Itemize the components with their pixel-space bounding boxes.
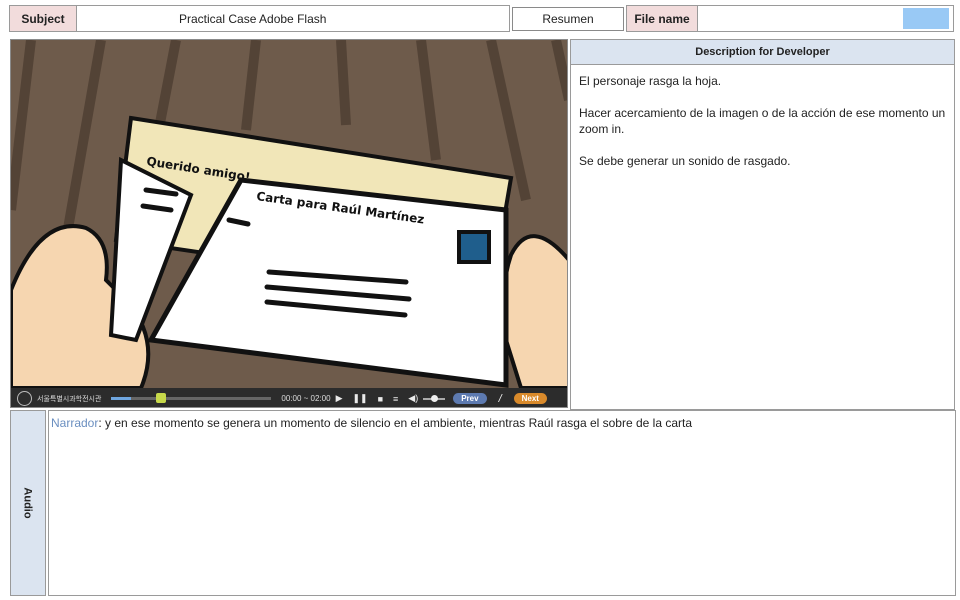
stamp — [457, 230, 491, 264]
media-panel: Querido amigo! Carta para Raúl Martínez … — [10, 39, 568, 408]
subject-label: Subject — [9, 5, 77, 32]
description-paragraph: Se debe generar un sonido de rasgado. — [579, 154, 791, 168]
description-body: El personaje rasga la hoja. Hacer acerca… — [570, 64, 955, 410]
summary-button-label: Resumen — [542, 12, 594, 26]
progress-handle[interactable] — [155, 393, 166, 403]
description-paragraph: El personaje rasga la hoja. — [579, 74, 722, 88]
list-icon[interactable]: ≡ — [393, 394, 398, 404]
institution-logo-icon — [17, 391, 32, 406]
volume-handle[interactable] — [430, 394, 438, 402]
progress-fill — [111, 397, 131, 400]
description-paragraph: Hacer acercamiento de la imagen o de la … — [579, 106, 946, 136]
subject-value: Practical Case Adobe Flash — [76, 5, 510, 32]
audio-script: Narrador: y en ese momento se genera un … — [48, 410, 956, 596]
right-hand — [501, 234, 567, 388]
filename-field[interactable] — [697, 5, 954, 32]
institution-name: 서울특별시과학전시관 — [37, 395, 102, 403]
scene-illustration: Querido amigo! Carta para Raúl Martínez — [11, 40, 567, 388]
audio-label-text: Audio — [21, 487, 34, 519]
description-header: Description for Developer — [570, 39, 955, 65]
prev-button[interactable]: Prev — [453, 393, 487, 404]
description-title: Description for Developer — [695, 46, 830, 58]
next-button[interactable]: Next — [513, 393, 547, 404]
subject-label-text: Subject — [21, 11, 65, 26]
volume-icon[interactable]: ◀) — [408, 393, 418, 404]
pause-icon[interactable]: ❚❚ — [352, 393, 367, 404]
filename-label: File name — [626, 5, 698, 32]
progress-track[interactable] — [111, 393, 272, 403]
filename-swatch — [903, 8, 949, 29]
time-display: 00:00 ~ 02:00 — [281, 394, 331, 403]
narrator-speaker: Narrador — [51, 416, 99, 430]
filename-label-text: File name — [634, 11, 690, 26]
stop-icon[interactable]: ■ — [378, 394, 383, 404]
summary-button[interactable]: Resumen — [512, 7, 624, 31]
narration-line: : y en ese momento se genera un momento … — [98, 416, 693, 430]
audio-label: Audio — [10, 410, 46, 596]
play-icon[interactable]: ▶ — [336, 393, 343, 404]
nav-separator: / — [498, 392, 502, 405]
subject-value-text: Practical Case Adobe Flash — [179, 11, 327, 26]
volume-track[interactable] — [423, 394, 446, 402]
media-player-bar: 서울특별시과학전시관 00:00 ~ 02:00 ▶ ❚❚ ■ ≡ ◀) Pre… — [11, 388, 567, 407]
